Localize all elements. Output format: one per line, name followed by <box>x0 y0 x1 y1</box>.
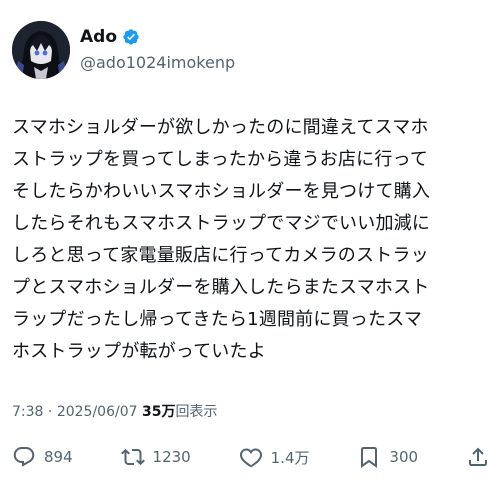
share-button[interactable] <box>466 445 490 469</box>
avatar-icon <box>12 21 70 79</box>
tweet-date[interactable]: 2025/06/07 <box>57 404 138 420</box>
reply-count: 894 <box>44 448 73 466</box>
tweet-line: しろと思って家電量販店に行ってカメラのストラッ <box>12 245 429 266</box>
avatar[interactable] <box>12 21 70 79</box>
author-handle[interactable]: @ado1024imokenp <box>80 52 380 74</box>
tweet-line: スマホショルダーが欲しかったのに間違えてスマホ <box>12 117 429 138</box>
author-block: Ado @ado1024imokenp <box>80 26 380 74</box>
tweet-time[interactable]: 7:38 <box>12 404 43 420</box>
tweet-line: そしたらかわいいスマホショルダーを見つけて購入 <box>12 181 431 202</box>
share-icon <box>468 447 487 466</box>
display-name[interactable]: Ado <box>80 26 117 48</box>
tweet-line: プとスマホショルダーを購入したらまたスマホスト <box>12 277 430 298</box>
tweet-line: ストラップを買ってしまったから違うお店に行って <box>12 149 429 170</box>
like-button[interactable]: 1.4万 <box>239 445 310 469</box>
heart-icon <box>239 448 262 468</box>
verified-badge-icon <box>123 29 139 45</box>
tweet-text: スマホショルダーが欲しかったのに間違えてスマホ ストラップを買ってしまったから違う… <box>12 112 488 368</box>
tweet-line: ホストラップが転がっていたよ <box>12 341 266 362</box>
tweet-line: ラップだったし帰ってきたら1週間前に買ったスマ <box>12 309 423 330</box>
view-count-label: 回表示 <box>175 404 218 420</box>
tweet-line: したらそれもスマホストラップでマジでいい加減に <box>12 213 431 234</box>
display-name-row: Ado <box>80 26 380 48</box>
retweet-count: 1230 <box>152 448 191 466</box>
like-count: 1.4万 <box>270 448 310 467</box>
retweet-button[interactable]: 1230 <box>120 445 191 469</box>
bookmark-icon <box>361 447 378 468</box>
view-count: 35万 <box>141 404 176 420</box>
reply-button[interactable]: 894 <box>12 445 73 469</box>
retweet-icon <box>120 448 145 466</box>
bookmark-count: 300 <box>389 448 419 466</box>
tweet-meta: 7:38 · 2025/06/07 35万回表示 <box>12 400 217 424</box>
meta-separator: · <box>47 404 53 420</box>
action-bar: 894 1230 1.4万 300 <box>12 440 490 474</box>
reply-icon <box>13 447 35 467</box>
bookmark-button[interactable]: 300 <box>357 445 418 469</box>
